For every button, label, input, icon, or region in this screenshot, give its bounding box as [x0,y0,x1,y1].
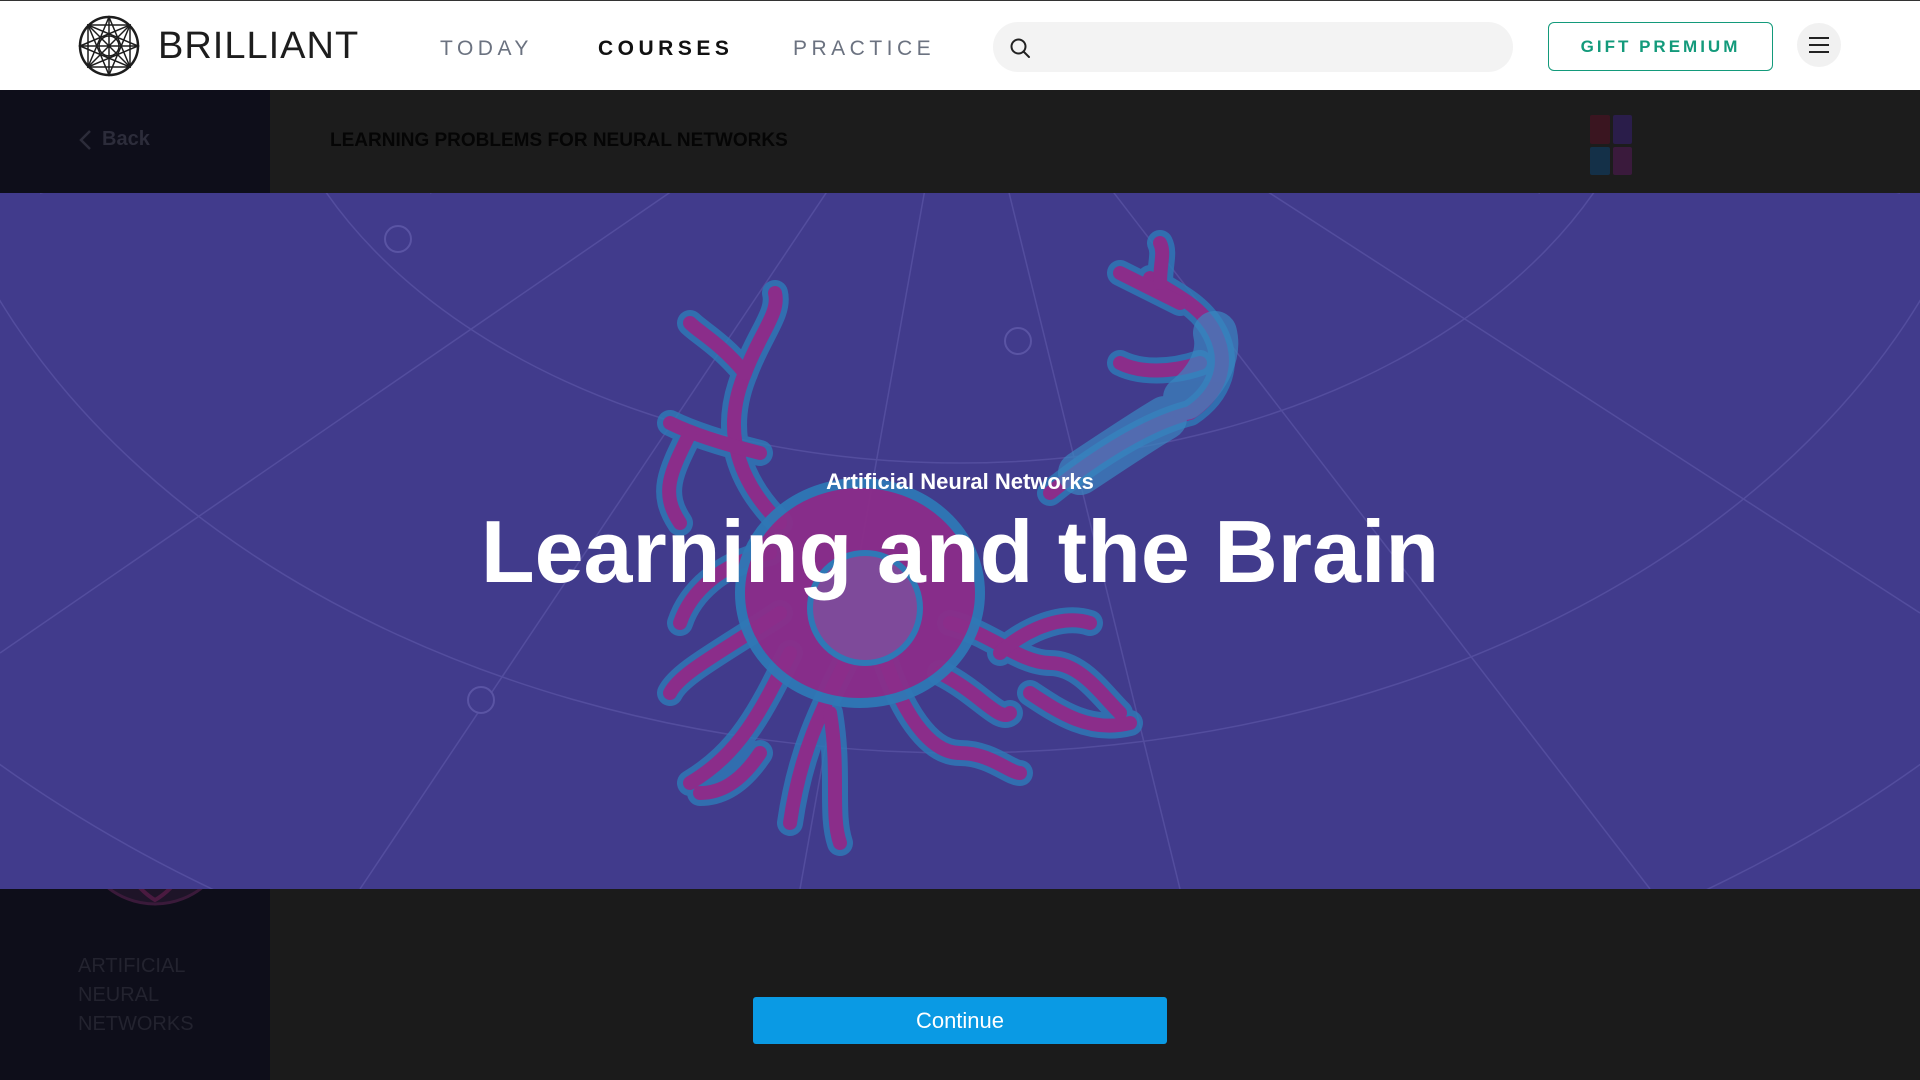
brand-name: BRILLIANT [158,24,360,67]
thumbnail [1612,115,1632,144]
lesson-title: Learning and the Brain [480,502,1440,601]
gift-premium-button[interactable]: GIFT PREMIUM [1548,22,1773,71]
nav-today[interactable]: TODAY [440,37,533,61]
search-input[interactable] [1041,22,1501,72]
top-navigation: BRILLIANT TODAY COURSES PRACTICE GIFT PR… [0,0,1920,90]
sidebar-course-name: ARTIFICIAL NEURAL NETWORKS [78,955,194,1035]
chevron-left-icon [79,129,91,150]
back-button[interactable]: Back [78,128,150,151]
nav-courses[interactable]: COURSES [598,37,733,61]
course-chapter-title: LEARNING PROBLEMS FOR NEURAL NETWORKS [330,130,788,151]
hamburger-menu-icon [1809,37,1829,53]
brilliant-logo-icon [78,15,140,77]
back-label: Back [102,128,150,150]
nav-practice[interactable]: PRACTICE [793,37,935,61]
lesson-intro-banner: Artificial Neural Networks Learning and … [0,193,1920,889]
course-header: LEARNING PROBLEMS FOR NEURAL NETWORKS [270,90,1920,193]
course-thumbnails[interactable] [1590,115,1632,175]
thumbnail [1590,115,1610,144]
search-bar[interactable] [993,22,1513,72]
brand-logo[interactable]: BRILLIANT [78,15,359,77]
continue-button[interactable]: Continue [753,997,1167,1044]
search-icon [1010,38,1030,58]
menu-button[interactable] [1797,23,1841,67]
thumbnail [1612,146,1632,175]
course-subtitle: Artificial Neural Networks [826,469,1094,494]
thumbnail [1590,146,1610,175]
